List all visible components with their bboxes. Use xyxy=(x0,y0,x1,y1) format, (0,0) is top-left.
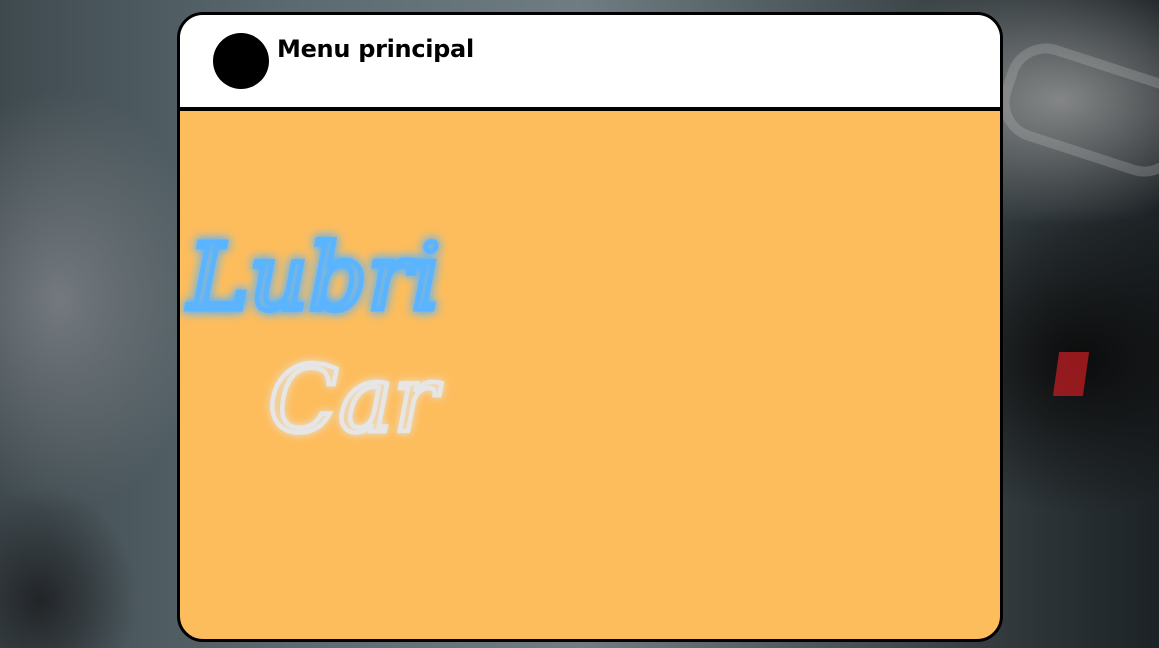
avatar[interactable] xyxy=(213,33,269,89)
logo-line-2: Car xyxy=(268,346,442,453)
lubricar-logo-graphic: Lubri Car xyxy=(184,222,445,456)
header-bar: Menu principal xyxy=(180,15,1000,111)
lubricar-logo: Lubri Car xyxy=(180,205,470,465)
logo-line-1: Lubri xyxy=(186,224,441,331)
car-grille-decoration xyxy=(989,33,1159,187)
brand-badge-decoration xyxy=(1052,352,1090,396)
main-menu-window: Menu principal Lubri Car xyxy=(177,12,1003,642)
page-title: Menu principal xyxy=(277,35,474,63)
